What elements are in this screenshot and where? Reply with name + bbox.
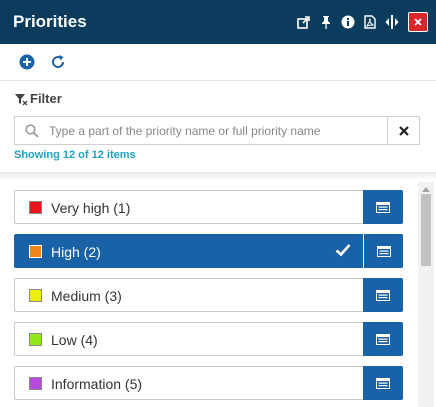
panel-header: Priorities xyxy=(0,0,436,44)
info-icon[interactable] xyxy=(338,12,358,32)
popout-icon[interactable] xyxy=(294,12,314,32)
list-detail-icon xyxy=(376,377,390,389)
search-icon-wrap xyxy=(15,117,49,144)
list-detail-icon xyxy=(376,333,390,345)
refresh-button[interactable] xyxy=(47,51,69,73)
filter-header: Filter xyxy=(14,91,62,106)
divider xyxy=(0,172,436,180)
clear-icon xyxy=(398,125,409,136)
search-input[interactable] xyxy=(49,117,387,144)
arrow-up-icon xyxy=(422,186,430,192)
color-swatch xyxy=(29,333,42,346)
refresh-icon xyxy=(52,55,65,68)
detail-button[interactable] xyxy=(363,366,403,400)
detail-button[interactable] xyxy=(363,322,403,356)
item-label: Low (4) xyxy=(51,332,98,348)
detail-button[interactable] xyxy=(363,278,403,312)
resize-icon[interactable] xyxy=(382,12,402,32)
item-label: High (2) xyxy=(51,244,101,260)
list-item[interactable]: Information (5) xyxy=(14,366,403,400)
scrollbar[interactable] xyxy=(418,182,434,407)
header-icons xyxy=(292,12,428,32)
color-swatch xyxy=(29,201,42,214)
color-swatch xyxy=(29,377,42,390)
list-item[interactable]: Very high (1) xyxy=(14,190,403,224)
search-icon xyxy=(25,123,39,138)
list-detail-icon xyxy=(376,201,390,213)
color-swatch xyxy=(29,245,42,258)
list-item[interactable]: Medium (3) xyxy=(14,278,403,312)
list-detail-icon xyxy=(376,245,391,257)
item-label: Information (5) xyxy=(51,376,143,392)
checkmark-icon xyxy=(335,244,351,257)
filter-section: Filter Showing 12 of 12 items xyxy=(0,82,436,172)
toolbar xyxy=(0,44,436,81)
item-label: Very high (1) xyxy=(51,200,131,216)
color-swatch xyxy=(29,289,42,302)
add-icon xyxy=(19,54,35,70)
add-button[interactable] xyxy=(16,51,38,73)
close-icon xyxy=(414,18,422,26)
filter-label: Filter xyxy=(30,91,62,106)
pin-icon[interactable] xyxy=(316,12,336,32)
filter-icon xyxy=(15,93,28,105)
scroll-thumb[interactable] xyxy=(421,194,431,266)
priority-list: Very high (1) High (2) Medium (3) Low (4… xyxy=(0,180,436,407)
list-detail-icon xyxy=(376,289,390,301)
list-item[interactable]: High (2) xyxy=(14,234,403,268)
showing-count: Showing 12 of 12 items xyxy=(14,149,136,161)
search-box xyxy=(14,116,420,145)
item-label: Medium (3) xyxy=(51,288,122,304)
detail-button[interactable] xyxy=(363,234,403,268)
list-item[interactable]: Low (4) xyxy=(14,322,403,356)
pdf-icon[interactable] xyxy=(360,12,380,32)
clear-filter-button[interactable] xyxy=(387,117,419,144)
panel-title: Priorities xyxy=(13,12,87,31)
close-button[interactable] xyxy=(408,12,428,32)
detail-button[interactable] xyxy=(363,190,403,224)
